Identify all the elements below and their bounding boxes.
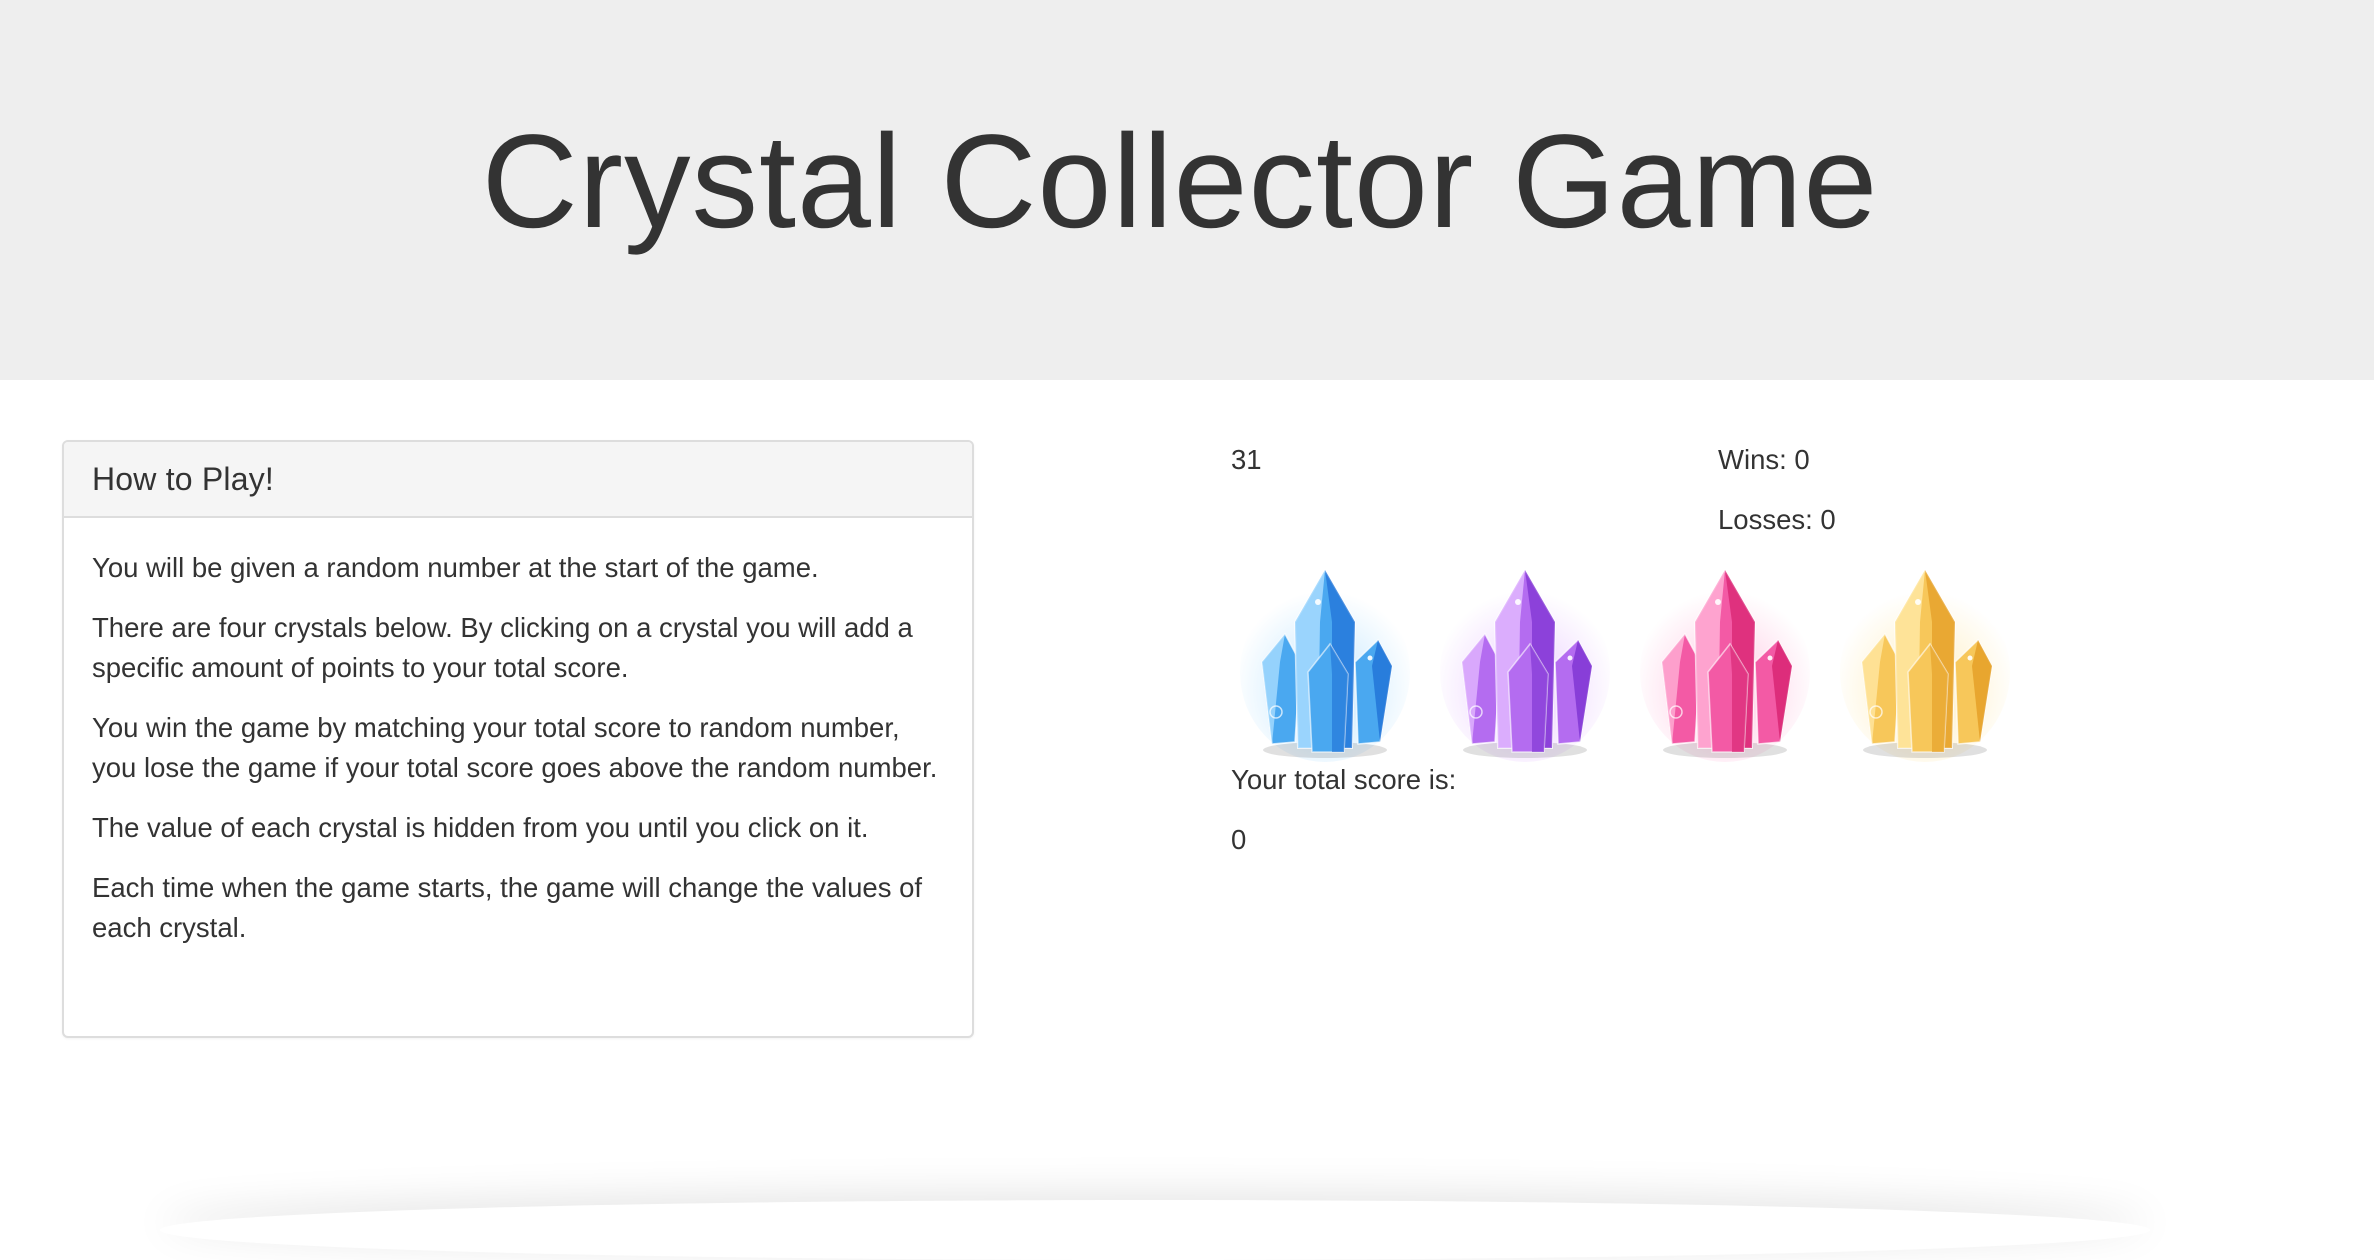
pink-crystal-button[interactable] [1640, 562, 1810, 762]
crystal-row [1240, 562, 2020, 762]
blue-crystal-button[interactable] [1240, 562, 1410, 762]
footer-shadow [160, 1200, 2150, 1260]
instruction-paragraph: You win the game by matching your total … [92, 712, 938, 783]
random-target-number: 31 [1231, 444, 1262, 475]
purple-crystal-button[interactable] [1440, 562, 1610, 762]
purple-crystal-icon [1440, 567, 1610, 762]
wins-counter: Wins: 0 [1718, 444, 1810, 475]
header-banner: Crystal Collector Game [0, 0, 2374, 380]
page-title: Crystal Collector Game [481, 108, 1879, 256]
instruction-paragraph: You will be given a random number at the… [92, 552, 819, 583]
instructions-panel-body: You will be given a random number at the… [64, 518, 972, 948]
instructions-panel: How to Play! You will be given a random … [62, 440, 974, 1038]
win-loss-stats: Wins: 0 Losses: 0 [1718, 440, 1836, 560]
instructions-heading: How to Play! [92, 460, 275, 497]
instruction-paragraph: Each time when the game starts, the game… [92, 872, 923, 943]
yellow-crystal-button[interactable] [1840, 562, 2010, 762]
losses-counter: Losses: 0 [1718, 504, 1836, 535]
total-score-value: 0 [1231, 824, 1247, 855]
pink-crystal-icon [1640, 567, 1810, 762]
instructions-panel-heading: How to Play! [64, 442, 972, 518]
yellow-crystal-icon [1840, 567, 2010, 762]
instruction-paragraph: There are four crystals below. By clicki… [92, 612, 913, 683]
instruction-paragraph: The value of each crystal is hidden from… [92, 812, 869, 843]
blue-crystal-icon [1240, 567, 1410, 762]
total-score-label: Your total score is: [1231, 764, 1457, 795]
